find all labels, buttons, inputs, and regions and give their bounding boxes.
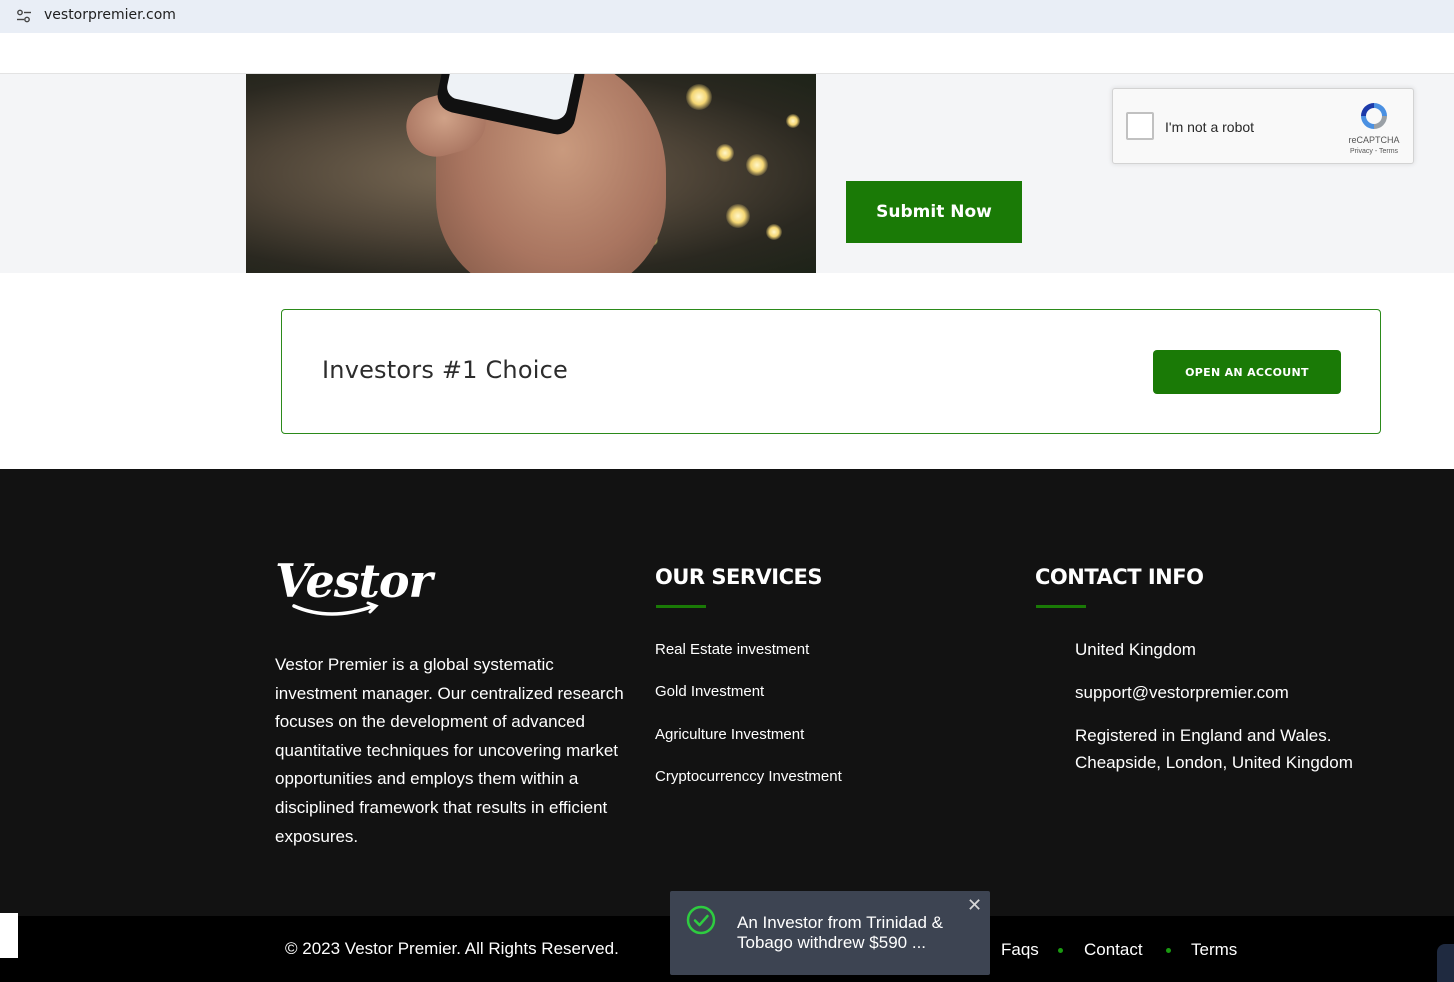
contact-heading: CONTACT INFO	[1035, 565, 1204, 589]
contact-address: Cheapside, London, United Kingdom	[1075, 753, 1353, 772]
service-link-real-estate[interactable]: Real Estate investment	[655, 641, 809, 658]
banner-title: Investors #1 Choice	[322, 356, 568, 384]
recaptcha-brand: reCAPTCHA	[1348, 135, 1400, 145]
nav-separator-dot	[1166, 948, 1171, 953]
browser-address-bar: vestorpremier.com	[0, 0, 1454, 33]
open-account-button[interactable]: OPEN AN ACCOUNT	[1153, 350, 1341, 394]
toast-message: An Investor from Trinidad & Tobago withd…	[737, 913, 943, 952]
contact-email[interactable]: support@vestorpremier.com	[1075, 679, 1289, 706]
services-heading: OUR SERVICES	[655, 565, 822, 589]
service-link-gold[interactable]: Gold Investment	[655, 683, 764, 700]
investors-choice-banner: Investors #1 Choice OPEN AN ACCOUNT	[281, 309, 1381, 434]
service-link-agriculture[interactable]: Agriculture Investment	[655, 726, 804, 743]
nav-separator-dot	[1058, 948, 1063, 953]
recaptcha-label: I'm not a robot	[1165, 119, 1255, 135]
side-widget-tab[interactable]	[0, 913, 18, 958]
footer-about-text: Vestor Premier is a global systematic in…	[275, 655, 624, 846]
contact-registered: Registered in England and Wales.	[1075, 726, 1332, 745]
hero-photo	[246, 74, 816, 273]
contact-country: United Kingdom	[1075, 640, 1196, 659]
withdrawal-toast: An Investor from Trinidad & Tobago withd…	[670, 891, 990, 975]
footer-nav-faqs[interactable]: Faqs	[1001, 940, 1039, 960]
contact-heading-underline	[1036, 605, 1086, 608]
copyright-text: © 2023 Vestor Premier. All Rights Reserv…	[285, 939, 619, 958]
check-circle-icon	[686, 905, 716, 935]
recaptcha-widget: I'm not a robot reCAPTCHA Privacy - Term…	[1112, 88, 1414, 164]
url-text[interactable]: vestorpremier.com	[44, 7, 176, 23]
tune-icon[interactable]	[16, 9, 32, 23]
recaptcha-logo-icon	[1361, 103, 1387, 129]
page-header-strip	[0, 33, 1454, 74]
service-link-crypto[interactable]: Cryptocurrenccy Investment	[655, 768, 842, 785]
submit-button[interactable]: Submit Now	[846, 181, 1022, 243]
footer-nav-contact[interactable]: Contact	[1084, 940, 1143, 960]
services-heading-underline	[656, 605, 706, 608]
chat-widget-tab[interactable]	[1437, 944, 1454, 982]
close-icon[interactable]: ✕	[967, 895, 982, 916]
footer-nav-terms[interactable]: Terms	[1191, 940, 1237, 960]
recaptcha-links[interactable]: Privacy - Terms	[1335, 148, 1413, 155]
logo-swoosh-icon	[292, 601, 379, 616]
recaptcha-checkbox[interactable]	[1126, 112, 1154, 140]
omnibox[interactable]: vestorpremier.com	[4, 0, 1454, 33]
